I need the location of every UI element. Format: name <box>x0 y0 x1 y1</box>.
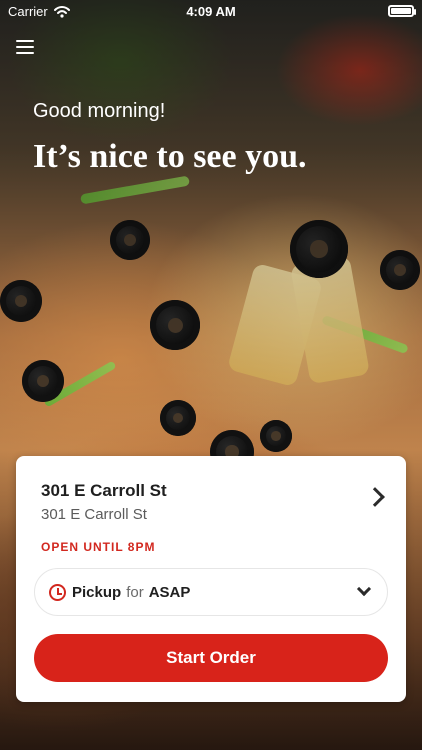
pickup-time: ASAP <box>148 583 191 601</box>
start-order-button[interactable]: Start Order <box>34 634 388 682</box>
store-card: 301 E Carroll St 301 E Carroll St OPEN U… <box>16 456 406 702</box>
pickup-connector: for <box>126 583 144 601</box>
store-name[interactable]: 301 E Carroll St <box>41 481 167 501</box>
battery-icon <box>388 5 416 17</box>
greeting-text: Good morning! <box>33 100 166 122</box>
clock-icon <box>49 583 66 601</box>
status-time: 4:09 AM <box>186 4 236 19</box>
store-hours: OPEN UNTIL 8PM <box>41 540 156 554</box>
pickup-method: Pickup <box>72 583 122 601</box>
chevron-right-icon[interactable] <box>365 487 385 507</box>
headline-text: It’s nice to see you. <box>33 138 307 175</box>
pickup-selector[interactable]: Pickup for ASAP <box>34 568 388 616</box>
pickup-text: Pickup for ASAP <box>72 584 190 601</box>
store-address[interactable]: 301 E Carroll St <box>41 506 147 523</box>
status-bar: Carrier 4:09 AM <box>0 0 422 24</box>
menu-icon[interactable] <box>16 40 34 54</box>
chevron-down-icon <box>356 581 372 597</box>
